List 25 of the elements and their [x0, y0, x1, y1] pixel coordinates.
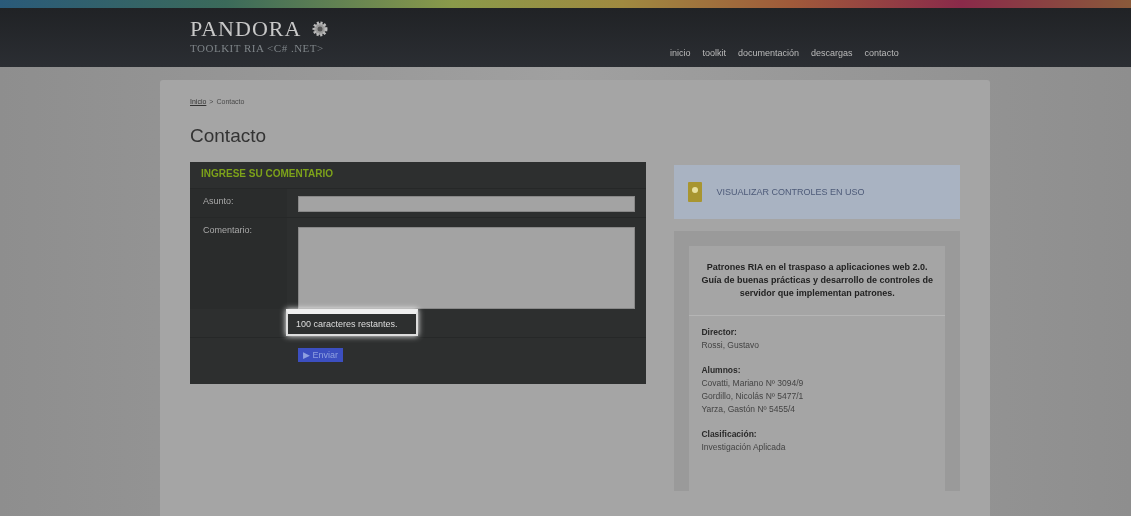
- comment-label: Comentario:: [202, 224, 254, 237]
- logo-title: PANDORA: [190, 16, 302, 42]
- nav-link[interactable]: toolkit: [702, 48, 727, 58]
- page-title: Contacto: [190, 125, 268, 147]
- nav-link[interactable]: contacto: [864, 48, 899, 58]
- subject-label: Asunto:: [202, 195, 235, 208]
- section-heading: Director:: [701, 326, 738, 339]
- section-line: Rossi, Gustavo: [701, 339, 761, 352]
- section-heading: Clasificación:: [701, 428, 758, 441]
- nav-link[interactable]: inicio: [670, 48, 691, 58]
- info-title: Patrones RIA en el traspaso a aplicaciones web 2.0. Guía de buenas prácticas y desarrollo de controles de servidor que implementan patrones.: [689, 246, 945, 316]
- logo-subtitle: TOOLKIT RIA <C# .NET>: [190, 42, 325, 54]
- subject-field[interactable]: [298, 196, 636, 212]
- comment-field[interactable]: [298, 227, 636, 309]
- nav-link[interactable]: documentación: [738, 48, 800, 58]
- section-line: Investigación Aplicada: [701, 441, 787, 454]
- section-line: Covatti, Mariano Nº 3094/9: [701, 377, 805, 390]
- form-title: INGRESE SU COMENTARIO: [200, 167, 335, 181]
- book-icon: [688, 182, 703, 202]
- gear-icon: [311, 20, 330, 38]
- section-heading: Alumnos:: [701, 364, 742, 377]
- nav-link[interactable]: descargas: [811, 48, 853, 58]
- counter-tooltip: 100 caracteres restantes.: [286, 309, 418, 336]
- section-line: Gordillo, Nicolás Nº 5477/1: [701, 390, 805, 403]
- section-line: Yarza, Gastón Nº 5455/4: [701, 403, 797, 416]
